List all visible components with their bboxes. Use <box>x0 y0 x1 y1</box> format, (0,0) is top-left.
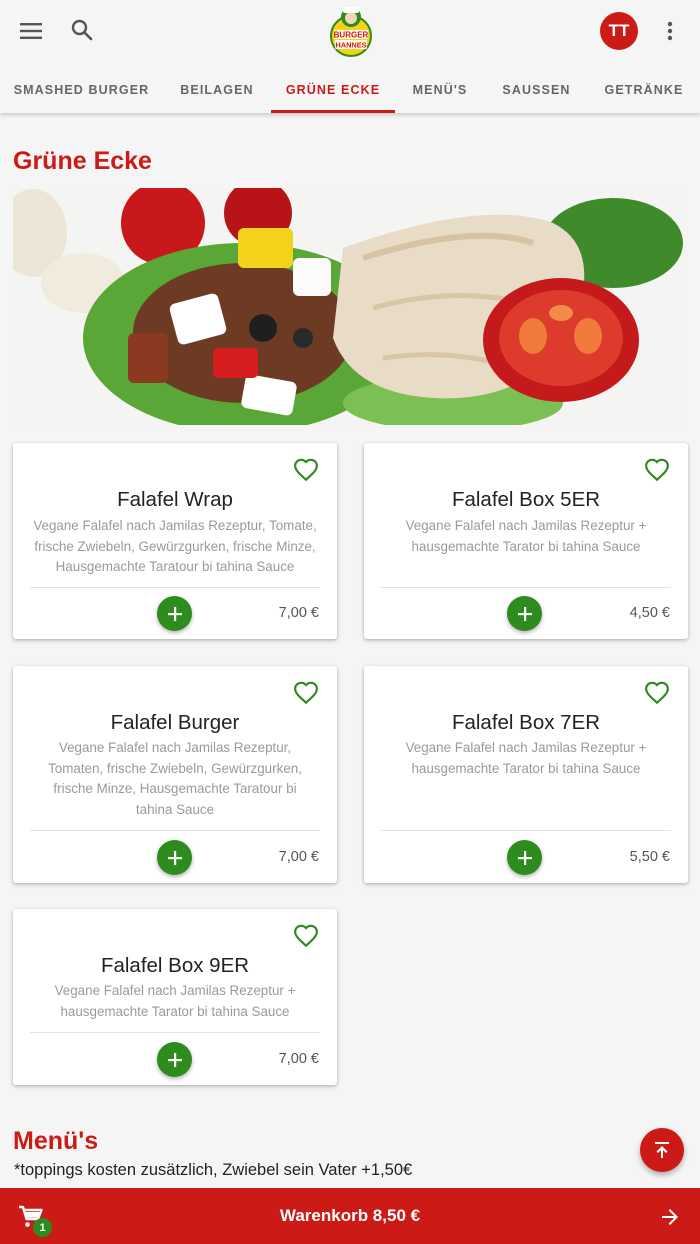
checkout-arrow-button[interactable] <box>656 1204 684 1230</box>
product-description: Vegane Falafel nach Jamilas Rezeptur + h… <box>405 740 647 776</box>
product-name: Falafel Box 9ER <box>100 954 250 977</box>
product-name: Falafel Wrap <box>117 488 233 511</box>
card-divider <box>381 587 671 588</box>
tab-beilagen[interactable]: Beilagen <box>163 66 271 113</box>
product-card[interactable]: Falafel Box 9ER Vegane Falafel nach Jami… <box>13 909 337 1085</box>
product-price: 7,00 € <box>278 1051 319 1067</box>
product-card[interactable]: Falafel Box 7ER Vegane Falafel nach Jami… <box>364 666 688 883</box>
product-price: 7,00 € <box>278 605 319 621</box>
add-to-cart-button[interactable] <box>157 596 192 631</box>
search-button[interactable] <box>66 14 98 46</box>
heart-icon[interactable] <box>644 680 670 706</box>
product-card[interactable]: Falafel Wrap Vegane Falafel nach Jamilas… <box>13 443 337 639</box>
category-tabs: Smashed Burger Beilagen Grüne Ecke Menü'… <box>0 66 700 113</box>
product-name: Falafel Box 7ER <box>451 711 601 734</box>
heart-icon[interactable] <box>293 680 319 706</box>
logo-text-2: HANNES <box>335 41 366 50</box>
product-price: 7,00 € <box>278 849 319 865</box>
product-price: 5,50 € <box>629 849 670 865</box>
product-description: Vegane Falafel nach Jamilas Rezeptur + h… <box>405 518 647 554</box>
toppings-note: *toppings kosten zusätzlich, Zwiebel sei… <box>14 1161 413 1179</box>
add-to-cart-button[interactable] <box>507 596 542 631</box>
tab-smashed-burger[interactable]: Smashed Burger <box>0 66 163 113</box>
product-price: 4,50 € <box>629 605 670 621</box>
brand-logo[interactable]: BURGER HANNES <box>329 3 373 57</box>
cart-total-label[interactable]: Warenkorb 8,50 € <box>0 1188 700 1244</box>
hamburger-menu-icon <box>20 23 42 39</box>
user-avatar[interactable]: TT <box>600 12 638 50</box>
more-options-button[interactable] <box>656 16 684 46</box>
tab-menues[interactable]: Menü's <box>395 66 485 113</box>
card-divider <box>30 1032 320 1033</box>
add-to-cart-button[interactable] <box>507 840 542 875</box>
card-divider <box>30 587 320 588</box>
product-description: Vegane Falafel nach Jamilas Rezeptur, To… <box>48 740 302 817</box>
heart-icon[interactable] <box>293 923 319 949</box>
search-icon <box>71 19 93 41</box>
plus-icon <box>517 850 532 865</box>
active-tab-indicator <box>271 110 395 113</box>
product-card[interactable]: Falafel Burger Vegane Falafel nach Jamil… <box>13 666 337 883</box>
next-section-title: Menü's <box>13 1127 99 1155</box>
logo-text-1: BURGER <box>334 31 369 40</box>
product-name: Falafel Box 5ER <box>451 488 601 511</box>
section-title: Grüne Ecke <box>13 147 152 175</box>
arrow-right-icon <box>662 1209 678 1225</box>
scroll-to-top-button[interactable] <box>640 1128 684 1172</box>
top-app-bar: BURGER HANNES TT Smashed Burger Beilagen… <box>0 0 700 113</box>
plus-icon <box>167 850 182 865</box>
plus-icon <box>167 606 182 621</box>
arrow-up-to-top-icon <box>655 1142 669 1158</box>
tab-saussen[interactable]: Saussen <box>485 66 588 113</box>
card-divider <box>381 830 671 831</box>
cart-bar[interactable]: 1 Warenkorb 8,50 € <box>0 1188 700 1244</box>
plus-icon <box>517 606 532 621</box>
card-divider <box>30 830 320 831</box>
product-description: Vegane Falafel nach Jamilas Rezeptur + h… <box>54 983 296 1019</box>
menu-button[interactable] <box>14 16 48 46</box>
tab-gruene-ecke[interactable]: Grüne Ecke <box>271 66 395 113</box>
tab-getraenke[interactable]: Getränke <box>588 66 700 113</box>
add-to-cart-button[interactable] <box>157 840 192 875</box>
heart-icon[interactable] <box>644 457 670 483</box>
heart-icon[interactable] <box>293 457 319 483</box>
add-to-cart-button[interactable] <box>157 1042 192 1077</box>
more-vert-icon <box>667 21 673 41</box>
product-card[interactable]: Falafel Box 5ER Vegane Falafel nach Jami… <box>364 443 688 639</box>
category-hero-image <box>13 188 688 425</box>
plus-icon <box>167 1052 182 1067</box>
product-description: Vegane Falafel nach Jamilas Rezeptur, To… <box>33 518 317 574</box>
product-name: Falafel Burger <box>110 711 240 734</box>
